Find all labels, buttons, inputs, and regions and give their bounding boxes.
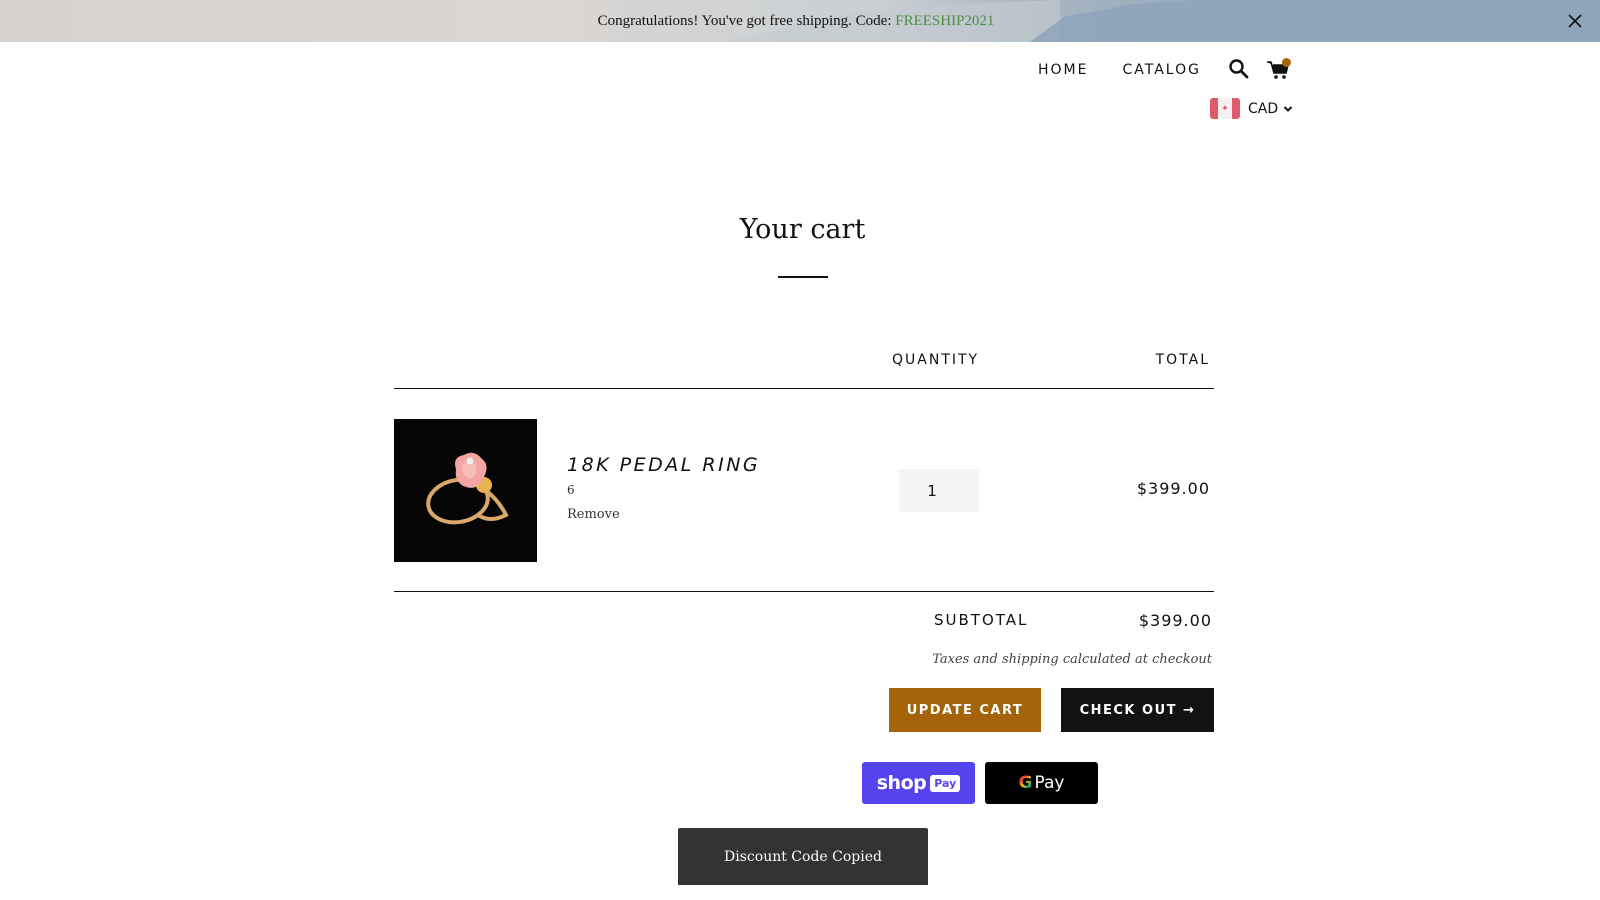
- google-pay-button[interactable]: G Pay: [985, 762, 1098, 804]
- google-pay-label: Pay: [1034, 773, 1065, 793]
- discount-copied-toast: Discount Code Copied: [678, 828, 928, 885]
- checkout-button[interactable]: CHECK OUT →: [1061, 688, 1214, 732]
- nav-catalog[interactable]: CATALOG: [1122, 62, 1200, 78]
- chevron-down-icon: [1283, 105, 1293, 112]
- nav-home[interactable]: HOME: [1038, 62, 1088, 78]
- page-title: Your cart: [739, 214, 866, 245]
- product-name-link[interactable]: 18K PEDAL RING: [567, 454, 760, 476]
- tax-shipping-note: Taxes and shipping calculated at checkou…: [932, 652, 1212, 667]
- table-footer-divider: [394, 591, 1214, 592]
- close-icon: [1568, 14, 1582, 28]
- shop-pay-button[interactable]: shop Pay: [862, 762, 975, 804]
- shop-pay-chip: Pay: [930, 774, 961, 792]
- announcement-text: Congratulations! You've got free shippin…: [598, 13, 995, 30]
- remove-item-link[interactable]: Remove: [567, 507, 620, 522]
- product-image[interactable]: [394, 419, 537, 562]
- subtotal-label: SUBTOTAL: [934, 611, 1029, 629]
- announcement-bar: Congratulations! You've got free shippin…: [0, 0, 1600, 42]
- toast-message: Discount Code Copied: [724, 848, 882, 865]
- close-announcement-button[interactable]: [1564, 10, 1586, 32]
- discount-code[interactable]: FREESHIP2021: [895, 13, 994, 29]
- ring-image: [426, 452, 509, 525]
- product-variant: 6: [567, 483, 575, 497]
- column-header-quantity: QUANTITY: [892, 352, 980, 368]
- main-nav: HOME CATALOG: [1038, 62, 1235, 78]
- table-header-divider: [394, 388, 1214, 389]
- announcement-background-mountain: [1030, 0, 1600, 42]
- search-button[interactable]: [1228, 58, 1250, 80]
- subtotal-value: $399.00: [1138, 611, 1212, 630]
- announcement-message: Congratulations! You've got free shippin…: [597, 12, 896, 29]
- search-icon: [1229, 59, 1249, 79]
- title-divider: [778, 276, 828, 278]
- cart-count-badge: [1282, 58, 1291, 67]
- currency-label: CAD: [1248, 100, 1279, 117]
- column-header-total: TOTAL: [1155, 352, 1210, 368]
- canada-flag-icon: ✦: [1210, 98, 1240, 119]
- currency-selector[interactable]: ✦ CAD: [1210, 98, 1293, 119]
- google-g-icon: G: [1018, 773, 1033, 793]
- shop-pay-logo: shop: [876, 772, 927, 794]
- line-item-total: $399.00: [1136, 479, 1210, 498]
- update-cart-button[interactable]: UPDATE CART: [889, 688, 1041, 732]
- quantity-input[interactable]: [899, 469, 979, 512]
